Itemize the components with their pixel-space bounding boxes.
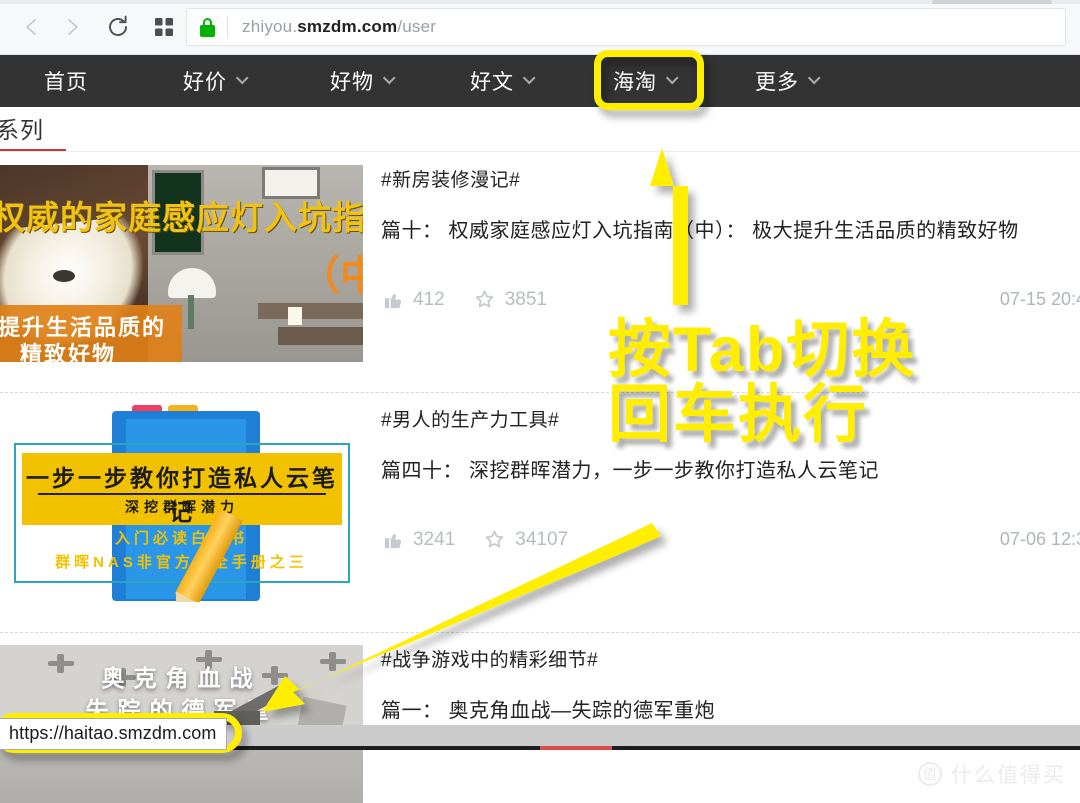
page-title: 系列	[0, 117, 44, 143]
back-arrow-icon[interactable]	[12, 7, 52, 47]
favorite-count: 34107	[515, 528, 569, 550]
address-bar[interactable]: zhiyou.smzdm.com/user	[186, 8, 1066, 46]
favorite-metric[interactable]: 3851	[473, 288, 547, 311]
article-date: 07-15 20:4	[999, 289, 1080, 309]
nav-item-label: 海淘	[613, 71, 657, 94]
nav-item-4[interactable]: 好文	[470, 55, 536, 107]
ceiling-light-sensor	[53, 270, 75, 282]
section-header: 系列	[0, 107, 1080, 153]
stair-step	[278, 327, 363, 345]
star-icon	[483, 528, 506, 551]
nav-item-2[interactable]: 好价	[183, 55, 249, 107]
like-metric[interactable]: 3241	[381, 528, 455, 551]
url-subdomain: zhiyou.	[242, 17, 298, 36]
site-nav-items: 首页 好价 好物 好文 海淘 更多	[0, 55, 1080, 107]
browser-window: zhiyou.smzdm.com/user 首页 好价 好物 好文 海淘 更多 系列	[0, 0, 1080, 803]
article-title[interactable]: 篇十： 权威家庭感应灯入坑指南（中）： 极大提升生活品质的精致好物	[381, 214, 1070, 243]
thumbnail-caption-band: 提升生活品质的 精致好物	[0, 305, 182, 362]
reload-icon[interactable]	[98, 7, 138, 47]
article-tag[interactable]: #战争游戏中的精彩细节#	[381, 645, 1070, 672]
nav-item-3[interactable]: 好物	[330, 55, 396, 107]
nav-item-5[interactable]: 海淘	[613, 55, 679, 107]
thumbs-up-icon	[381, 288, 404, 311]
forward-arrow-icon[interactable]	[52, 7, 92, 47]
article-metrics: 412 3851	[381, 288, 547, 311]
table-lamp-pole	[188, 295, 194, 329]
watermark-text: 什么值得买	[951, 764, 1066, 787]
thumbnail-middle-mark: （中	[300, 254, 363, 298]
link-preview-status-bar: https://haitao.smzdm.com	[0, 718, 228, 750]
article-text: #新房装修漫记# 篇十： 权威家庭感应灯入坑指南（中）： 极大提升生活品质的精致…	[381, 165, 1070, 243]
article-metrics: 3241 34107	[381, 528, 568, 551]
chevron-down-icon	[522, 71, 536, 84]
nav-item-label: 好物	[330, 71, 374, 94]
thumbnail-line-1: 奥克角血战	[101, 665, 262, 691]
thumbnail-headline: 权威的家庭感应灯入坑指	[0, 199, 363, 236]
nav-item-label: 好文	[470, 71, 514, 94]
url-text: zhiyou.smzdm.com/user	[228, 17, 436, 37]
url-domain: smzdm.com	[297, 17, 398, 36]
article-list: 权威的家庭感应灯入坑指 （中 提升生活品质的 精致好物 #新房装修漫记# 篇十：…	[0, 153, 1080, 803]
url-path: /user	[397, 17, 437, 36]
article-tag[interactable]: #男人的生产力工具#	[381, 405, 1070, 432]
site-navigation-bar: 首页 好价 好物 好文 海淘 更多	[0, 55, 1080, 107]
thumbnail-sub-title: 深挖群晖潜力	[125, 499, 239, 515]
article-title[interactable]: 篇一： 奥克角血战—失踪的德军重炮	[381, 694, 1070, 723]
thumbs-up-icon	[381, 528, 404, 551]
star-icon	[473, 288, 496, 311]
nav-item-6[interactable]: 更多	[755, 55, 821, 107]
apps-grid-icon[interactable]	[144, 7, 184, 47]
stair-step	[258, 303, 363, 319]
site-watermark: 值 什么值得买	[918, 759, 1066, 789]
article-list-item[interactable]: 一步一步教你打造私人云笔记 深挖群晖潜力 入门必读白皮书 群晖NAS非官方完全手…	[0, 393, 1080, 633]
chevron-down-icon	[382, 71, 396, 84]
article-tag[interactable]: #新房装修漫记#	[381, 165, 1070, 192]
article-title[interactable]: 篇四十： 深挖群晖潜力，一步一步教你打造私人云笔记	[381, 454, 1070, 483]
article-text: #男人的生产力工具# 篇四十： 深挖群晖潜力，一步一步教你打造私人云笔记	[381, 405, 1070, 483]
page-footer-accent	[540, 746, 612, 750]
thumbnail-caption-line2: 精致好物	[20, 342, 117, 362]
article-thumbnail[interactable]: 权威的家庭感应灯入坑指 （中 提升生活品质的 精致好物	[0, 165, 363, 362]
article-thumbnail[interactable]: 一步一步教你打造私人云笔记 深挖群晖潜力 入门必读白皮书 群晖NAS非官方完全手…	[0, 405, 363, 602]
smzdm-logo-icon: 值	[918, 762, 942, 786]
chevron-down-icon	[235, 71, 249, 84]
article-date: 07-06 12:3	[999, 529, 1080, 549]
nav-item-label: 更多	[755, 71, 799, 94]
tab-strip-edge	[0, 0, 1080, 4]
thumbnail-subline-2: 群晖NAS非官方完全手册之三	[55, 554, 308, 571]
browser-toolbar: zhiyou.smzdm.com/user	[0, 0, 1080, 55]
nav-item-label: 首页	[44, 71, 88, 94]
section-rule	[0, 151, 1080, 152]
nav-item-1[interactable]: 首页	[44, 55, 88, 107]
article-list-item[interactable]: 权威的家庭感应灯入坑指 （中 提升生活品质的 精致好物 #新房装修漫记# 篇十：…	[0, 153, 1080, 393]
chevron-down-icon	[807, 71, 821, 84]
article-text: #战争游戏中的精彩细节# 篇一： 奥克角血战—失踪的德军重炮	[381, 645, 1070, 723]
night-light	[288, 307, 302, 325]
like-metric[interactable]: 412	[381, 288, 445, 311]
thumbnail-rule	[38, 493, 326, 495]
chevron-down-icon	[665, 71, 679, 84]
like-count: 412	[413, 288, 445, 310]
thumbnail-subline-1: 入门必读白皮书	[114, 530, 248, 547]
secure-lock-icon	[187, 17, 227, 37]
thumbnail-title-band: 一步一步教你打造私人云笔记 深挖群晖潜力	[22, 453, 342, 525]
browser-tab[interactable]	[932, 0, 1052, 4]
nav-item-label: 好价	[183, 71, 227, 94]
favorite-metric[interactable]: 34107	[483, 528, 568, 551]
like-count: 3241	[413, 528, 456, 550]
favorite-count: 3851	[504, 288, 547, 310]
